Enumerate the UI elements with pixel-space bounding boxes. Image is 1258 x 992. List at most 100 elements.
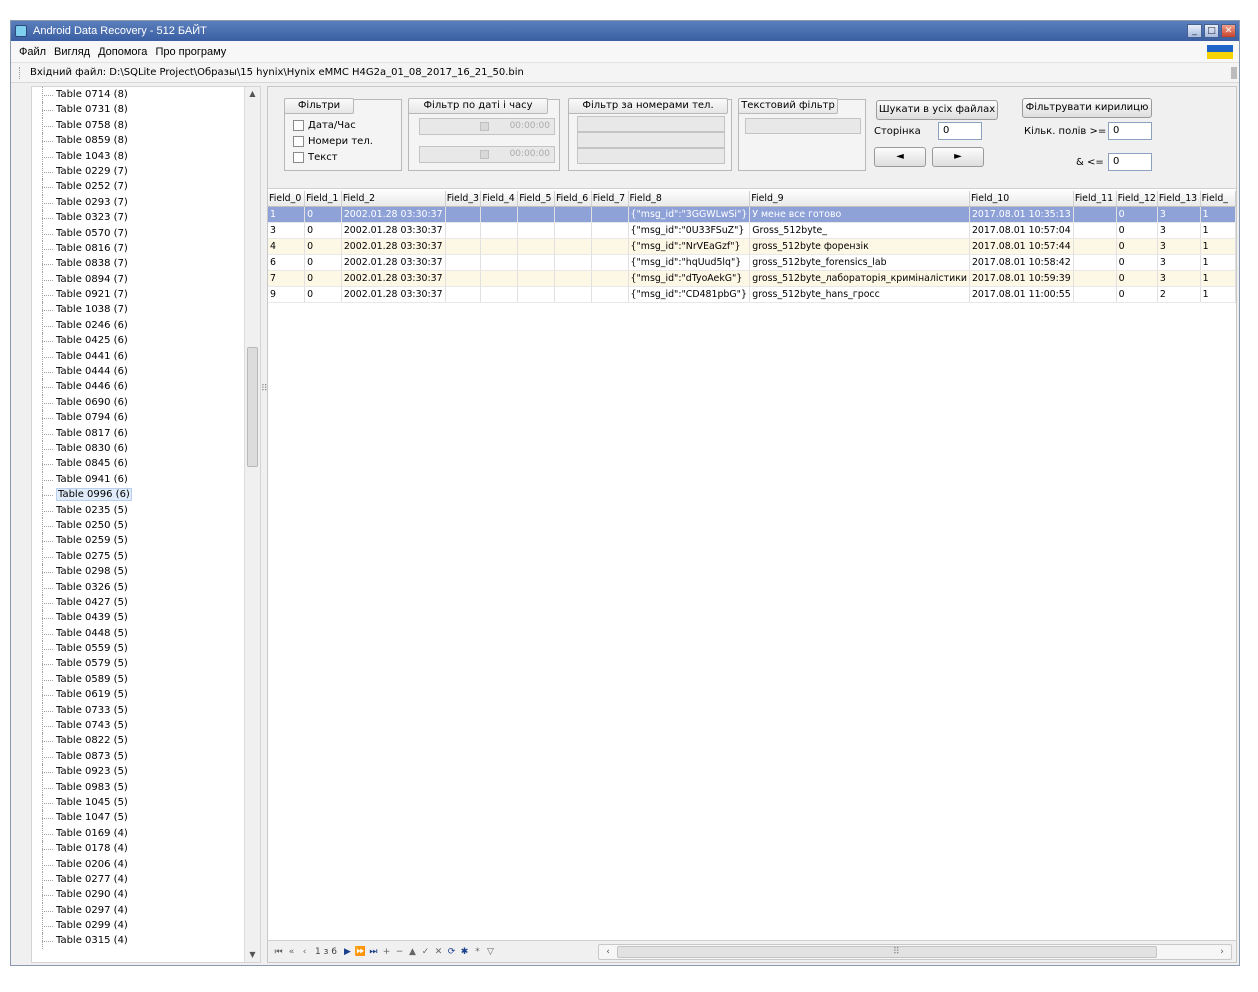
table-cell[interactable]: 2002.01.28 03:30:37	[341, 238, 446, 255]
tree-item[interactable]: Table 0822 (5)	[32, 733, 260, 750]
tree-item[interactable]: Table 0250 (5)	[32, 517, 260, 534]
scroll-left-icon[interactable]: ‹	[601, 945, 615, 959]
table-cell[interactable]	[445, 270, 482, 287]
table-cell[interactable]: У мене все готово	[749, 206, 970, 223]
table-cell[interactable]: 2002.01.28 03:30:37	[341, 254, 446, 271]
add-record-icon[interactable]: +	[380, 947, 393, 957]
table-cell[interactable]: 1	[1200, 206, 1237, 223]
tree-item[interactable]: Table 0206 (4)	[32, 856, 260, 873]
table-cell[interactable]	[554, 238, 592, 255]
tree-item[interactable]: Table 0169 (4)	[32, 825, 260, 842]
table-cell[interactable]: 2017.08.01 11:00:55	[969, 286, 1074, 303]
scroll-up-icon[interactable]: ▲	[245, 87, 260, 101]
table-cell[interactable]: 2017.08.01 10:35:13	[969, 206, 1074, 223]
table-cell[interactable]	[591, 254, 629, 271]
tree-item[interactable]: Table 0838 (7)	[32, 256, 260, 273]
table-cell[interactable]	[517, 270, 555, 287]
tree-item[interactable]: Table 0439 (5)	[32, 610, 260, 627]
table-cell[interactable]: {"msg_id":"0U33FSuZ"}	[628, 222, 751, 239]
tree-item[interactable]: Table 0690 (6)	[32, 394, 260, 411]
table-cell[interactable]: 0	[304, 286, 342, 303]
next-record-icon[interactable]: ▶	[341, 947, 354, 957]
table-cell[interactable]: {"msg_id":"3GGWLwSi"}	[628, 206, 751, 223]
table-cell[interactable]: 7	[268, 270, 306, 287]
table-cell[interactable]: 1	[1200, 286, 1237, 303]
table-cell[interactable]: {"msg_id":"CD481pbG"}	[628, 286, 751, 303]
menu-file[interactable]: Файл	[15, 46, 50, 58]
table-cell[interactable]	[517, 286, 555, 303]
table-cell[interactable]: 2017.08.01 10:59:39	[969, 270, 1074, 287]
tree-item[interactable]: Table 0983 (5)	[32, 779, 260, 796]
tree-item[interactable]: Table 0873 (5)	[32, 748, 260, 765]
table-cell[interactable]	[480, 286, 519, 303]
table-row[interactable]: 6 0 2002.01.28 03:30:37 {"msg_id":"hqUud5lq…	[268, 254, 1237, 271]
grid-empty-area[interactable]	[268, 313, 1236, 940]
tree-item[interactable]: Table 1038 (7)	[32, 302, 260, 319]
fields-min-input[interactable]: 0	[1108, 122, 1152, 140]
last-record-icon[interactable]: ⏭	[367, 947, 380, 957]
column-header[interactable]: Field_13	[1157, 191, 1201, 207]
table-cell[interactable]: 0	[1116, 254, 1158, 271]
menu-about[interactable]: Про програму	[151, 46, 230, 58]
tree-item[interactable]: Table 0733 (5)	[32, 702, 260, 719]
prev-record-icon[interactable]: ‹	[298, 947, 311, 957]
table-cell[interactable]: gross_512byte_forensics_lab	[749, 254, 970, 271]
tree-item[interactable]: Table 0425 (6)	[32, 333, 260, 350]
tree-item[interactable]: Table 1047 (5)	[32, 810, 260, 827]
table-cell[interactable]: 3	[268, 222, 306, 239]
tree-item[interactable]: Table 0441 (6)	[32, 348, 260, 365]
table-cell[interactable]	[445, 222, 482, 239]
table-cell[interactable]: gross_512byte форензік	[749, 238, 970, 255]
tree-item[interactable]: Table 0923 (5)	[32, 764, 260, 780]
tree-item[interactable]: Table 0743 (5)	[32, 718, 260, 734]
calendar-icon[interactable]	[480, 122, 489, 131]
table-tree[interactable]: Table 0714 (8) Table 0731 (8) Table 0758 (…	[31, 86, 261, 963]
tree-item[interactable]: Table 0619 (5)	[32, 687, 260, 704]
date-from-input[interactable]: 00:00:00	[419, 118, 555, 135]
calendar-icon[interactable]	[480, 150, 489, 159]
tree-item[interactable]: Table 0323 (7)	[32, 210, 260, 226]
table-cell[interactable]	[480, 254, 519, 271]
table-cell[interactable]	[480, 206, 519, 223]
table-cell[interactable]	[591, 222, 629, 239]
tree-item[interactable]: Table 0275 (5)	[32, 548, 260, 565]
table-cell[interactable]	[591, 206, 629, 223]
tree-item[interactable]: Table 0579 (5)	[32, 656, 260, 673]
scroll-right-icon[interactable]: ›	[1215, 945, 1229, 959]
table-cell[interactable]: gross_512byte_hans_гросс	[749, 286, 970, 303]
column-header[interactable]: Field_7	[591, 191, 629, 207]
column-header[interactable]: Field_10	[969, 191, 1074, 207]
tree-item[interactable]: Table 0570 (7)	[32, 225, 260, 242]
column-header[interactable]: Field_3	[445, 191, 482, 207]
horizontal-scrollbar[interactable]: ‹ ⠿ ›	[598, 944, 1232, 960]
bookmark-icon[interactable]: ✱	[458, 947, 471, 957]
table-cell[interactable]	[517, 206, 555, 223]
table-cell[interactable]	[1073, 206, 1117, 223]
column-header[interactable]: Field_8	[628, 191, 751, 207]
tree-item[interactable]: Table 0921 (7)	[32, 287, 260, 303]
close-button[interactable]: ✕	[1221, 24, 1236, 38]
tree-item[interactable]: Table 0941 (6)	[32, 471, 260, 488]
table-cell[interactable]: 2017.08.01 10:58:42	[969, 254, 1074, 271]
table-cell[interactable]: 2002.01.28 03:30:37	[341, 222, 446, 239]
table-cell[interactable]: 1	[1200, 222, 1237, 239]
tree-item[interactable]: Table 0859 (8)	[32, 133, 260, 149]
tree-item[interactable]: Table 0731 (8)	[32, 102, 260, 119]
table-cell[interactable]	[1073, 222, 1117, 239]
table-cell[interactable]: 0	[1116, 222, 1158, 239]
table-cell[interactable]: 2002.01.28 03:30:37	[341, 270, 446, 287]
table-cell[interactable]	[1073, 254, 1117, 271]
tree-item[interactable]: Table 0559 (5)	[32, 641, 260, 657]
tree-item[interactable]: Table 0235 (5)	[32, 502, 260, 519]
column-header[interactable]: Field_9	[749, 191, 970, 207]
search-all-files-button[interactable]: Шукати в усіх файлах	[876, 100, 998, 120]
table-cell[interactable]	[554, 222, 592, 239]
tree-item[interactable]: Table 0246 (6)	[32, 317, 260, 334]
table-row[interactable]: 7 0 2002.01.28 03:30:37 {"msg_id":"dTyoAekG…	[268, 270, 1237, 287]
tree-item[interactable]: Table 0444 (6)	[32, 364, 260, 380]
menu-view[interactable]: Вигляд	[50, 46, 94, 58]
table-cell[interactable]: 0	[1116, 270, 1158, 287]
datetime-checkbox[interactable]: Дата/Час	[293, 120, 356, 131]
tree-item[interactable]: Table 0252 (7)	[32, 179, 260, 196]
filter-icon[interactable]: ▽	[484, 947, 497, 957]
